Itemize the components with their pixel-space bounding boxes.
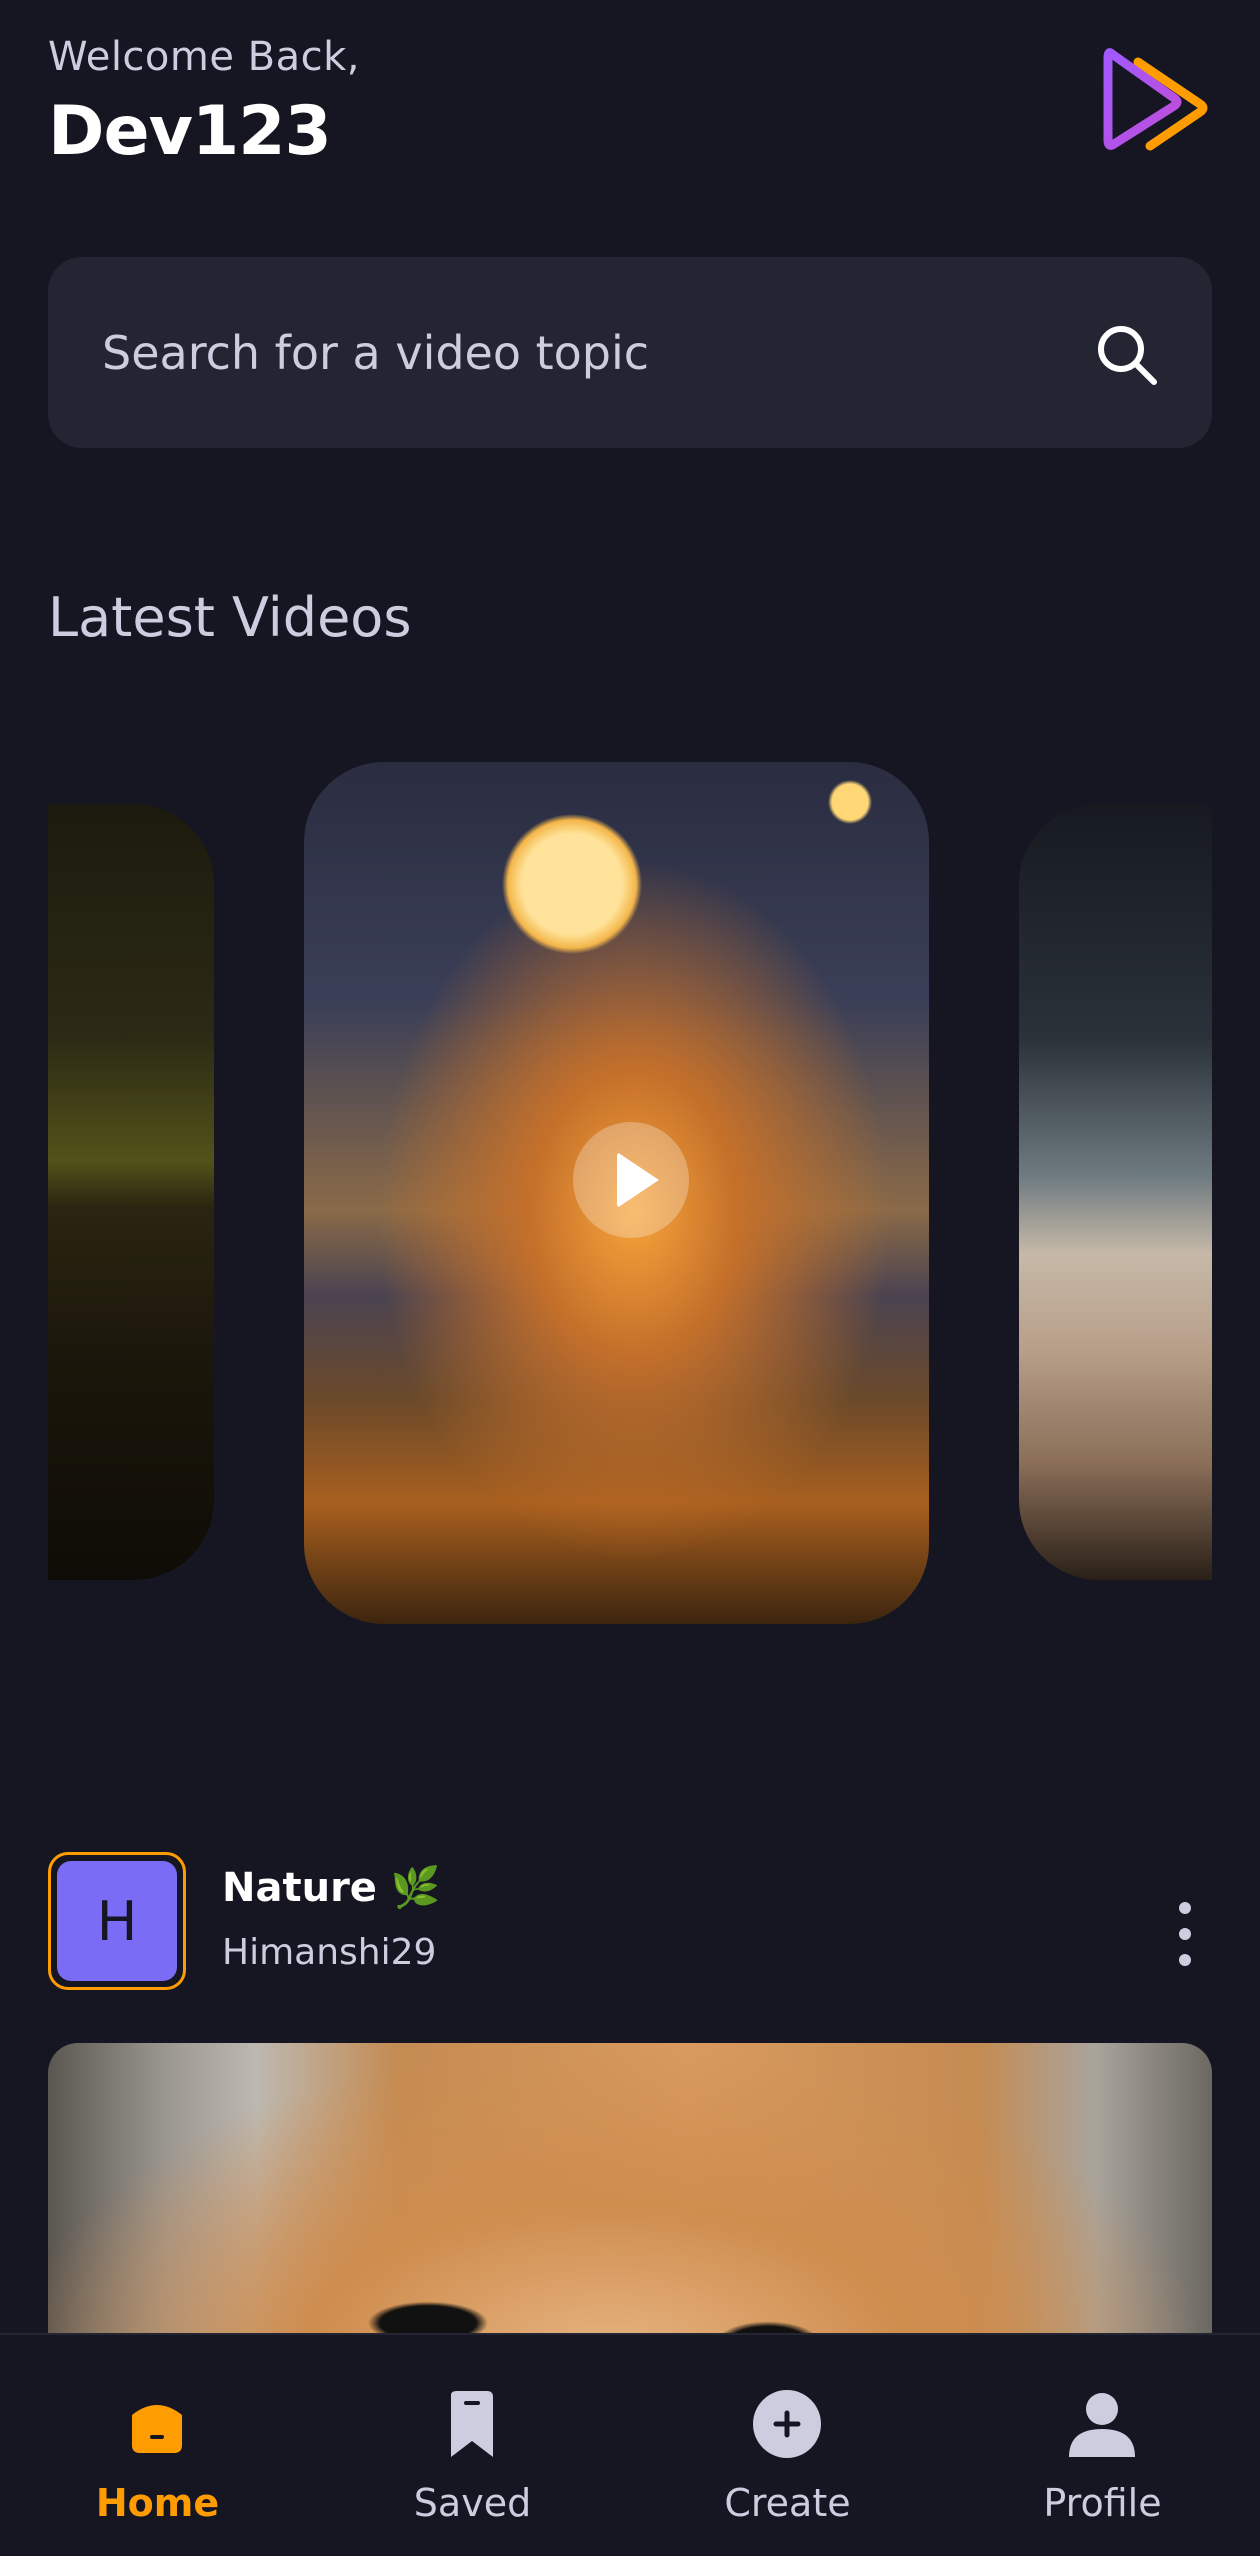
avatar[interactable]: H <box>48 1852 186 1990</box>
video-card-previous[interactable] <box>48 804 214 1580</box>
home-screen: Welcome Back, Dev123 Latest Videos H Nat… <box>0 0 1260 2556</box>
tab-label-home: Home <box>95 2481 220 2525</box>
bottom-tab-bar: Home Saved Create Profile <box>0 2333 1260 2556</box>
tab-saved[interactable]: Saved <box>315 2335 630 2556</box>
username: Dev123 <box>48 92 332 171</box>
video-card-next[interactable] <box>1019 804 1212 1580</box>
tab-create[interactable]: Create <box>630 2335 945 2556</box>
more-vertical-icon[interactable] <box>1170 1902 1200 1966</box>
avatar-letter: H <box>57 1861 177 1981</box>
post-title: Nature 🌿 <box>222 1865 441 1911</box>
search-icon[interactable] <box>1094 322 1160 388</box>
tab-label-saved: Saved <box>413 2481 532 2525</box>
post-author[interactable]: Himanshi29 <box>222 1932 436 1973</box>
home-icon <box>132 2405 182 2453</box>
search-bar[interactable] <box>48 257 1212 448</box>
plus-circle-icon <box>753 2390 821 2458</box>
post-thumbnail[interactable] <box>48 2043 1212 2333</box>
welcome-text: Welcome Back, <box>48 34 361 80</box>
play-icon[interactable] <box>573 1122 689 1238</box>
tab-label-profile: Profile <box>1043 2481 1162 2525</box>
tab-profile[interactable]: Profile <box>945 2335 1260 2556</box>
tab-home[interactable]: Home <box>0 2335 315 2556</box>
section-title-latest-videos: Latest Videos <box>48 586 412 649</box>
tab-label-create: Create <box>724 2481 851 2525</box>
user-icon <box>1069 2393 1135 2457</box>
bookmark-icon <box>451 2391 493 2457</box>
app-logo-icon <box>1103 48 1208 151</box>
search-input[interactable] <box>102 257 1062 448</box>
